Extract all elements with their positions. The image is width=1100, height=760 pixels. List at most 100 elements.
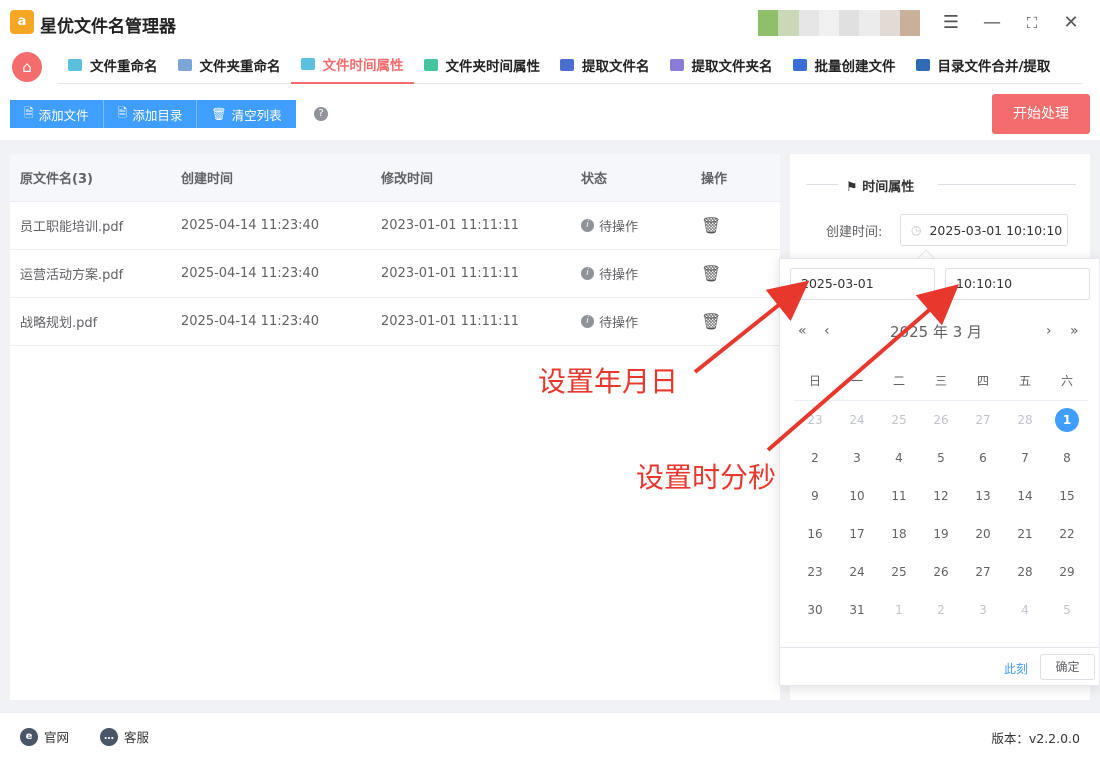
help-icon[interactable]: ? xyxy=(314,107,328,121)
table-header: 原文件名(3) 创建时间 修改时间 状态 操作 xyxy=(10,154,780,202)
day-cell[interactable]: 3 xyxy=(962,603,1004,617)
table-row[interactable]: 战略规划.pdf 2025-04-14 11:23:40 2023-01-01 … xyxy=(10,298,780,346)
trash-icon: 🗑 xyxy=(701,216,722,235)
day-cell[interactable]: 26 xyxy=(920,565,962,579)
tab-extract-foldername[interactable]: 提取文件夹名 xyxy=(660,46,783,84)
day-cell[interactable]: 29 xyxy=(1046,565,1088,579)
tab-file-time-attr[interactable]: 文件时间属性 xyxy=(290,46,414,84)
tab-label: 文件夹时间属性 xyxy=(445,59,541,75)
website-link[interactable]: e 官网 xyxy=(20,727,69,746)
day-cell[interactable]: 6 xyxy=(962,451,1004,465)
info-icon: i xyxy=(581,315,594,328)
sliders-icon[interactable]: ☰ xyxy=(938,10,964,36)
add-dir-button[interactable]: 🗎 添加目录 xyxy=(103,100,198,128)
delete-button[interactable]: 🗑 xyxy=(691,312,780,331)
tab-dir-merge[interactable]: 目录文件合并/提取 xyxy=(906,46,1061,84)
prev-year-icon[interactable]: « xyxy=(798,323,807,339)
day-cell[interactable]: 13 xyxy=(962,489,1004,503)
day-cell[interactable]: 27 xyxy=(962,565,1004,579)
home-button[interactable]: ⌂ xyxy=(12,52,42,82)
start-button[interactable]: 开始处理 xyxy=(992,94,1090,134)
day-cell[interactable]: 8 xyxy=(1046,451,1088,465)
add-file-button[interactable]: 🗎 添加文件 xyxy=(10,100,104,128)
clear-list-button[interactable]: 🗑 清空列表 xyxy=(197,100,296,128)
tab-folder-rename[interactable]: 文件夹重命名 xyxy=(168,46,291,84)
support-link[interactable]: … 客服 xyxy=(100,727,149,746)
day-cell[interactable]: 14 xyxy=(1004,489,1046,503)
tab-extract-filename[interactable]: 提取文件名 xyxy=(550,46,660,84)
day-cell[interactable]: 16 xyxy=(794,527,836,541)
table-row[interactable]: 运营活动方案.pdf 2025-04-14 11:23:40 2023-01-0… xyxy=(10,250,780,298)
tab-label: 提取文件夹名 xyxy=(691,59,773,75)
minimize-button[interactable]: — xyxy=(979,10,1005,36)
day-cell[interactable]: 25 xyxy=(878,565,920,579)
day-cell[interactable]: 28 xyxy=(1004,413,1046,427)
next-month-icon[interactable]: › xyxy=(1046,323,1052,339)
day-cell[interactable]: 21 xyxy=(1004,527,1046,541)
day-cell[interactable]: 1 xyxy=(878,603,920,617)
day-cell[interactable]: 4 xyxy=(1004,603,1046,617)
calendar-grid: 日 一 二 三 四 五 六 23 24 25 26 27 28 1 2 3 4 … xyxy=(794,361,1088,629)
divider xyxy=(938,184,1076,185)
day-cell[interactable]: 23 xyxy=(794,413,836,427)
day-cell[interactable]: 19 xyxy=(920,527,962,541)
time-input[interactable]: 10:10:10 xyxy=(945,268,1090,300)
prev-month-icon[interactable]: ‹ xyxy=(824,323,830,339)
file-icon: 🗎 xyxy=(24,105,34,120)
trash-icon: 🗑 xyxy=(211,107,227,121)
datetime-picker: 2025-03-01 10:10:10 « ‹ 2025 年 3 月 › » 日… xyxy=(779,258,1100,686)
day-cell[interactable]: 9 xyxy=(794,489,836,503)
year-month-label[interactable]: 2025 年 3 月 xyxy=(890,321,982,342)
day-cell[interactable]: 7 xyxy=(1004,451,1046,465)
picker-header: « ‹ 2025 年 3 月 › » xyxy=(780,319,1100,345)
delete-button[interactable]: 🗑 xyxy=(691,216,780,235)
table-row[interactable]: 员工职能培训.pdf 2025-04-14 11:23:40 2023-01-0… xyxy=(10,202,780,250)
file-icon: 🗎 xyxy=(117,105,128,120)
day-cell[interactable]: 22 xyxy=(1046,527,1088,541)
user-avatar[interactable] xyxy=(758,10,920,36)
day-cell[interactable]: 25 xyxy=(878,413,920,427)
day-cell[interactable]: 11 xyxy=(878,489,920,503)
day-cell[interactable]: 4 xyxy=(878,451,920,465)
created-time-input[interactable]: ◷ 2025-03-01 10:10:10 xyxy=(900,214,1068,246)
date-input[interactable]: 2025-03-01 xyxy=(790,268,935,300)
day-cell[interactable]: 17 xyxy=(836,527,878,541)
day-cell[interactable]: 31 xyxy=(836,603,878,617)
info-icon: i xyxy=(581,267,594,280)
next-year-icon[interactable]: » xyxy=(1070,323,1079,339)
day-cell[interactable]: 28 xyxy=(1004,565,1046,579)
day-cell[interactable]: 5 xyxy=(1046,603,1088,617)
tab-batch-create[interactable]: 批量创建文件 xyxy=(783,46,906,84)
day-cell[interactable]: 10 xyxy=(836,489,878,503)
day-cell[interactable]: 20 xyxy=(962,527,1004,541)
day-cell[interactable]: 24 xyxy=(836,565,878,579)
day-cell[interactable]: 3 xyxy=(836,451,878,465)
maximize-button[interactable]: ⛶ xyxy=(1019,10,1045,36)
close-button[interactable]: ✕ xyxy=(1058,10,1084,36)
trash-icon: 🗑 xyxy=(701,264,722,283)
day-cell[interactable]: 15 xyxy=(1046,489,1088,503)
day-cell[interactable]: 5 xyxy=(920,451,962,465)
chat-icon: … xyxy=(100,727,118,746)
now-link[interactable]: 此刻 xyxy=(1004,660,1028,677)
folder-time-icon xyxy=(423,59,438,71)
tab-folder-time-attr[interactable]: 文件夹时间属性 xyxy=(414,46,551,84)
day-cell[interactable]: 26 xyxy=(920,413,962,427)
day-cell[interactable]: 12 xyxy=(920,489,962,503)
day-cell[interactable]: 18 xyxy=(878,527,920,541)
day-cell[interactable]: 2 xyxy=(920,603,962,617)
day-cell[interactable]: 23 xyxy=(794,565,836,579)
created-time: 2025-04-14 11:23:40 xyxy=(181,314,320,329)
day-cell-selected[interactable]: 1 xyxy=(1046,408,1088,432)
created-time: 2025-04-14 11:23:40 xyxy=(181,218,320,233)
confirm-button[interactable]: 确定 xyxy=(1040,654,1095,680)
modified-time: 2023-01-01 11:11:11 xyxy=(381,314,520,329)
extract-folder-icon xyxy=(669,59,684,71)
day-cell[interactable]: 27 xyxy=(962,413,1004,427)
day-cell[interactable]: 30 xyxy=(794,603,836,617)
day-cell[interactable]: 24 xyxy=(836,413,878,427)
weekday: 五 xyxy=(1018,374,1031,388)
delete-button[interactable]: 🗑 xyxy=(691,264,780,283)
day-cell[interactable]: 2 xyxy=(794,451,836,465)
tab-file-rename[interactable]: 文件重命名 xyxy=(58,46,168,84)
